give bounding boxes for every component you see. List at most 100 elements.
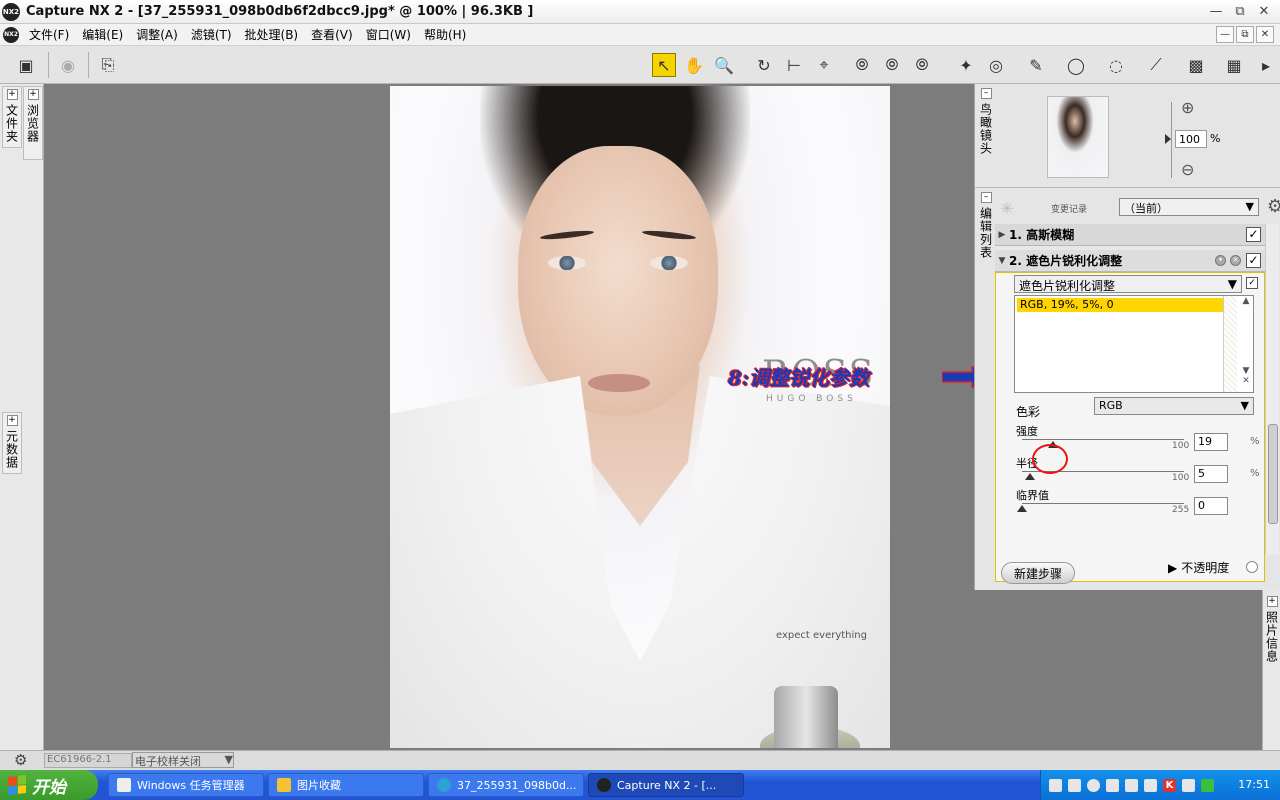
auto-retouch-brush-icon[interactable]: ✎: [1024, 53, 1048, 77]
settings-listbox[interactable]: RGB, 19%, 5%, 0 ▲ ▼ ✕: [1014, 295, 1254, 393]
antivirus-icon[interactable]: K: [1163, 778, 1176, 792]
collapse-arrow-icon[interactable]: ▼: [995, 256, 1009, 266]
collapse-icon[interactable]: –: [980, 88, 992, 99]
menu-window[interactable]: 窗口(W): [362, 26, 420, 43]
step-enable-checkbox[interactable]: ✓: [1246, 253, 1261, 268]
taskbar-item-task-manager[interactable]: Windows 任务管理器: [108, 773, 264, 797]
opacity-row[interactable]: ▶ 不透明度: [1168, 559, 1229, 576]
menu-help[interactable]: 帮助(H): [420, 26, 475, 43]
crop-icon[interactable]: ⌖: [812, 53, 836, 77]
expand-icon[interactable]: +: [1266, 596, 1278, 607]
black-control-point-icon[interactable]: ⦾: [850, 53, 874, 77]
taskbar-item-capture-nx[interactable]: Capture NX 2 - [...: [588, 773, 744, 797]
edit-list-scrollbar[interactable]: [1265, 224, 1279, 554]
image-canvas[interactable]: BOSS HUGO BOSS expect everything: [44, 84, 974, 750]
taskbar-item-image-viewer[interactable]: 37_255931_098b0d...: [428, 773, 584, 797]
step-unsharp-mask[interactable]: ▼ 2. 遮色片锐利化调整 • ✕ ✓: [995, 250, 1265, 272]
expand-icon[interactable]: +: [27, 89, 39, 100]
threshold-slider[interactable]: [1022, 503, 1184, 504]
print-icon[interactable]: ⎘: [96, 53, 120, 77]
start-button[interactable]: 开始: [0, 770, 98, 800]
threshold-slider-thumb[interactable]: [1017, 505, 1027, 512]
opacity-toggle-icon[interactable]: [1246, 561, 1258, 573]
menu-adjust[interactable]: 调整(A): [132, 26, 187, 43]
list-item-selected[interactable]: RGB, 19%, 5%, 0: [1017, 298, 1223, 312]
eye-icon[interactable]: ◎: [984, 53, 1008, 77]
reset-icon[interactable]: •: [1215, 255, 1226, 266]
menu-filter[interactable]: 滤镜(T): [187, 26, 241, 43]
menu-edit[interactable]: 编辑(E): [78, 26, 132, 43]
display-icon[interactable]: [1144, 778, 1157, 792]
lasso-plus-icon[interactable]: ◯: [1064, 53, 1088, 77]
zoom-tool-icon[interactable]: 🔍: [712, 53, 736, 77]
fill-icon[interactable]: ▦: [1222, 53, 1246, 77]
threshold-field[interactable]: 0: [1194, 497, 1228, 515]
gradient-icon[interactable]: ▩: [1184, 53, 1208, 77]
restore-icon[interactable]: ⧉: [1230, 2, 1250, 20]
new-step-button[interactable]: 新建步骤: [1001, 562, 1075, 584]
filter-enable-checkbox[interactable]: ✓: [1246, 277, 1258, 289]
photo[interactable]: BOSS HUGO BOSS expect everything: [390, 86, 890, 748]
volume-icon[interactable]: [1068, 778, 1081, 792]
metadata-tab[interactable]: + 元数据: [2, 412, 22, 474]
toolbar-more-icon[interactable]: ▸: [1254, 53, 1278, 77]
network-icon[interactable]: [1125, 778, 1138, 792]
gear-icon[interactable]: ⚙: [1267, 196, 1280, 217]
status-icon[interactable]: [1201, 778, 1214, 792]
navigator-tab[interactable]: – 鸟瞰镜头: [977, 88, 995, 155]
expand-icon[interactable]: +: [6, 415, 18, 426]
filter-select[interactable]: 遮色片锐利化调整 ▼: [1014, 275, 1242, 293]
printer-icon[interactable]: [1182, 778, 1195, 792]
neutral-control-point-icon[interactable]: ⦾: [880, 53, 904, 77]
direct-select-tool-icon[interactable]: ↖: [652, 53, 676, 77]
clock[interactable]: 17:51: [1238, 778, 1270, 791]
delete-icon[interactable]: ✕: [1230, 255, 1241, 266]
taskbar-item-my-pictures[interactable]: 图片收藏: [268, 773, 424, 797]
radius-slider-thumb[interactable]: [1025, 473, 1036, 480]
edit-list-tab[interactable]: – 编辑列表: [977, 192, 995, 259]
rotate-icon[interactable]: ↻: [752, 53, 776, 77]
doc-logo-icon[interactable]: NX2: [3, 26, 19, 43]
minimize-icon[interactable]: —: [1206, 2, 1226, 20]
tray-expand-icon[interactable]: [1087, 778, 1100, 792]
menu-file[interactable]: 文件(F): [25, 26, 78, 43]
menu-batch[interactable]: 批处理(B): [241, 26, 308, 43]
doc-minimize-icon[interactable]: —: [1216, 26, 1234, 43]
zoom-out-icon[interactable]: ⊖: [1181, 160, 1194, 179]
monitor-icon[interactable]: [1106, 778, 1119, 792]
navigator-thumbnail[interactable]: [1047, 96, 1109, 178]
collapse-icon[interactable]: –: [980, 192, 992, 203]
gear-icon[interactable]: ⚙: [14, 751, 27, 769]
hand-tool-icon[interactable]: ✋: [682, 53, 706, 77]
intensity-slider[interactable]: [1022, 439, 1184, 440]
camera-icon[interactable]: ◉: [56, 53, 80, 77]
expand-arrow-icon[interactable]: ▶: [995, 230, 1009, 240]
doc-close-icon[interactable]: ✕: [1256, 26, 1274, 43]
zoom-slider-track[interactable]: [1171, 102, 1172, 178]
keyboard-icon[interactable]: [1049, 778, 1062, 792]
expand-icon[interactable]: +: [6, 89, 18, 100]
scroll-down-icon[interactable]: ▼: [1239, 366, 1253, 376]
selection-brush-icon[interactable]: ⟋: [1144, 53, 1168, 77]
remove-item-icon[interactable]: ✕: [1239, 376, 1253, 386]
expand-arrow-icon[interactable]: ▶: [1168, 561, 1177, 575]
menu-view[interactable]: 查看(V): [307, 26, 362, 43]
straighten-icon[interactable]: ⊢: [782, 53, 806, 77]
browser-tab[interactable]: + 浏览器: [23, 86, 43, 160]
history-select[interactable]: （当前） ▼: [1119, 198, 1259, 216]
folders-tab[interactable]: + 文件夹: [2, 86, 22, 148]
step-enable-checkbox[interactable]: ✓: [1246, 227, 1261, 242]
zoom-slider-thumb[interactable]: [1165, 134, 1171, 144]
marquee-plus-icon[interactable]: ◌: [1104, 53, 1128, 77]
photo-info-tab[interactable]: + 照片信息: [1263, 596, 1280, 663]
close-icon[interactable]: ✕: [1254, 2, 1274, 20]
zoom-value-field[interactable]: 100: [1175, 130, 1207, 148]
scroll-up-icon[interactable]: ▲: [1239, 296, 1253, 306]
doc-restore-icon[interactable]: ⧉: [1236, 26, 1254, 43]
zoom-in-icon[interactable]: ⊕: [1181, 98, 1194, 117]
listbox-scrollbar[interactable]: [1223, 296, 1237, 392]
browser-toggle-icon[interactable]: ▣: [14, 53, 38, 77]
intensity-field[interactable]: 19: [1194, 433, 1228, 451]
step-gaussian-blur[interactable]: ▶ 1. 高斯模糊 ✓: [995, 224, 1265, 246]
scrollbar-thumb[interactable]: [1268, 424, 1278, 524]
